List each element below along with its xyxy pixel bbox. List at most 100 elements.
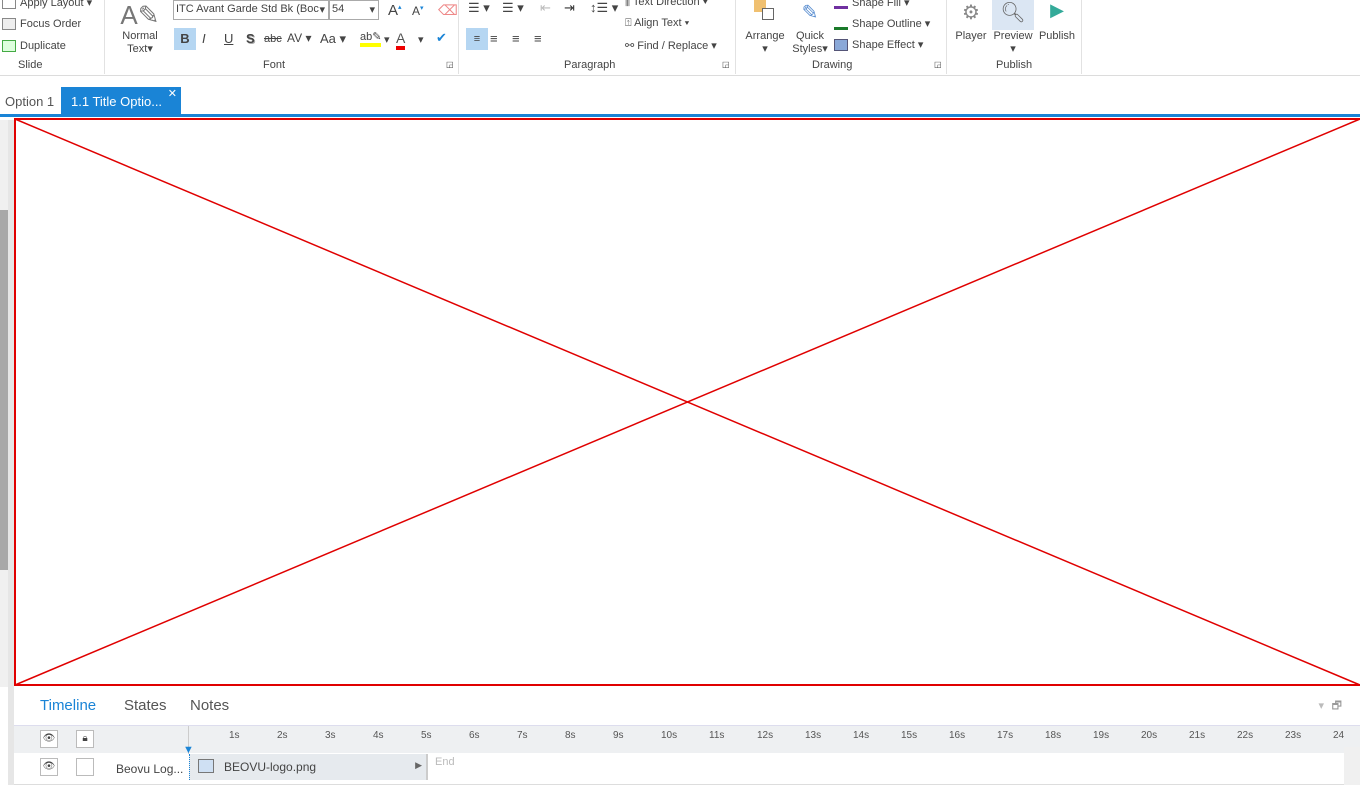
label: Shape Effect: [852, 39, 915, 51]
label: Aa: [320, 31, 336, 46]
timeline-panel: Timeline States Notes ▾ 🗗︎ 👁︎ 🔒︎ ▼ 1s 2s 3…: [14, 687, 1360, 785]
bullets-icon[interactable]: ☰ ▾: [468, 0, 490, 16]
increase-indent-icon[interactable]: ⇥: [564, 0, 575, 16]
player-button[interactable]: ⚙ Player: [954, 0, 988, 42]
underline-button[interactable]: U: [224, 31, 233, 46]
layout-icon: [2, 0, 16, 10]
shadow-button[interactable]: S: [246, 31, 255, 46]
label: Text: [127, 43, 148, 55]
justify-button[interactable]: ≡: [534, 31, 542, 46]
duplicate-button[interactable]: Duplicate: [2, 40, 66, 53]
font-name-select[interactable]: ITC Avant Garde Std Bk (Boc ▾: [173, 0, 329, 20]
decrease-indent-icon[interactable]: ⇤: [540, 0, 551, 16]
arrange-icon: [744, 0, 786, 30]
shape-outline-icon: [834, 18, 848, 31]
dialog-launcher-icon[interactable]: ◲: [722, 60, 730, 69]
label: Apply Layout: [20, 0, 84, 9]
shape-outline-button[interactable]: Shape Outline ▾: [834, 17, 930, 31]
timeline-ruler: 👁︎ 🔒︎ ▼ 1s 2s 3s 4s 5s 6s 7s 8s 9s 10s 11s 12s 13s 14…: [14, 725, 1360, 756]
highlight-dropdown[interactable]: ▾: [384, 33, 390, 46]
tab-option-1[interactable]: Option 1: [0, 87, 59, 115]
arrange-button[interactable]: Arrange ▾: [744, 0, 786, 55]
image-icon: [198, 759, 214, 773]
player-icon: ⚙: [962, 2, 980, 24]
label: Shape Fill: [852, 0, 901, 9]
find-replace-button[interactable]: ⚯ Find / Replace ▾: [625, 39, 717, 52]
tick-label: 6s: [469, 730, 480, 741]
lock-checkbox[interactable]: [76, 758, 94, 776]
quick-styles-icon: ✎: [801, 2, 819, 24]
shape-fill-button[interactable]: Shape Fill ▾: [834, 0, 910, 10]
label: Focus Order: [20, 18, 82, 30]
close-icon[interactable]: ✕: [168, 79, 177, 109]
collapse-icon[interactable]: ▾: [1318, 699, 1324, 712]
group-label-font: Font: [263, 59, 286, 71]
normal-text-button[interactable]: A✎ Normal Text▾: [120, 0, 160, 55]
shrink-font-icon[interactable]: A▾: [412, 4, 424, 18]
align-left-button[interactable]: ≡: [466, 28, 488, 50]
text-style-icon: A✎: [120, 0, 160, 30]
italic-button[interactable]: I: [202, 31, 206, 46]
align-text-button[interactable]: ⍐ Align Text ▾: [625, 17, 689, 30]
tick-label: 18s: [1045, 730, 1062, 741]
align-right-button[interactable]: ≡: [512, 31, 520, 46]
image-placeholder[interactable]: [14, 118, 1360, 686]
font-color-dropdown[interactable]: ▾: [418, 33, 424, 46]
preview-icon: 🔍︎: [992, 0, 1034, 30]
layer-name: Beovu Log...: [116, 762, 184, 776]
scrollbar-left[interactable]: [0, 120, 8, 687]
divider: [1081, 0, 1082, 74]
tick-label: 10s: [661, 730, 678, 741]
group-label-slide: Slide: [18, 59, 43, 71]
publish-button[interactable]: ▶ Publish: [1038, 0, 1076, 42]
change-case-button[interactable]: Aa ▾: [320, 31, 346, 47]
line-spacing-icon[interactable]: ↕☰ ▾: [590, 0, 618, 16]
grow-font-icon[interactable]: A▴: [388, 2, 402, 19]
numbering-icon[interactable]: ☰ ▾: [502, 0, 524, 16]
divider: [458, 0, 459, 74]
tick-label: 23s: [1285, 730, 1302, 741]
tab-states[interactable]: States: [124, 697, 167, 714]
tick-label: 19s: [1093, 730, 1110, 741]
apply-layout-button[interactable]: Apply Layout ▾: [2, 0, 92, 10]
restore-icon[interactable]: 🗗︎: [1332, 697, 1342, 716]
shape-effect-button[interactable]: Shape Effect ▾: [834, 38, 923, 52]
tick-label: 22s: [1237, 730, 1254, 741]
slide-tabs: Option 1 1.1 Title Optio... ✕: [0, 87, 1360, 117]
label: Quick: [795, 30, 825, 42]
scrollbar-thumb[interactable]: [0, 210, 8, 570]
expand-arrow-icon[interactable]: ▶: [415, 760, 422, 771]
font-size-select[interactable]: 54 ▾: [329, 0, 379, 20]
dialog-launcher-icon[interactable]: ◲: [446, 60, 454, 69]
clear-format-icon[interactable]: ⌫: [438, 2, 458, 19]
spell-check-icon[interactable]: ✔: [436, 30, 447, 46]
tick-label: 12s: [757, 730, 774, 741]
text-direction-button[interactable]: ⫼ Text Direction ▾: [625, 0, 708, 9]
lock-icon[interactable]: 🔒︎: [76, 730, 94, 748]
tick-label: 17s: [997, 730, 1014, 741]
label: Find / Replace: [637, 40, 709, 52]
eye-icon[interactable]: 👁︎: [40, 730, 58, 748]
value: ITC Avant Garde Std Bk (Boc: [176, 3, 319, 15]
timeline-row[interactable]: 👁︎ Beovu Log... BEOVU-logo.png ▶ End: [14, 754, 1344, 785]
scrollbar-right[interactable]: [1344, 747, 1360, 785]
label: Styles: [792, 43, 823, 55]
end-marker[interactable]: End: [435, 756, 455, 768]
quick-styles-button[interactable]: ✎ Quick Styles▾: [792, 0, 828, 55]
focus-order-button[interactable]: Focus Order: [2, 18, 82, 31]
font-color-icon[interactable]: A: [396, 30, 406, 50]
preview-button[interactable]: 🔍︎ Preview ▾: [992, 0, 1034, 55]
strikethrough-button[interactable]: abc: [264, 33, 282, 45]
text-direction-icon: ⫼: [625, 0, 633, 8]
bold-button[interactable]: B: [174, 28, 196, 50]
dialog-launcher-icon[interactable]: ◲: [934, 60, 942, 69]
tab-timeline[interactable]: Timeline: [40, 697, 96, 714]
tab-notes[interactable]: Notes: [190, 697, 229, 714]
eye-icon[interactable]: 👁︎: [40, 758, 58, 776]
align-center-button[interactable]: ≡: [490, 31, 498, 46]
focus-order-icon: [2, 18, 16, 31]
highlight-icon[interactable]: ab✎: [360, 30, 382, 47]
tab-title-option[interactable]: 1.1 Title Optio... ✕: [61, 87, 181, 115]
timeline-bar[interactable]: BEOVU-logo.png ▶: [189, 754, 428, 780]
char-spacing-button[interactable]: AV ▾: [287, 31, 311, 45]
